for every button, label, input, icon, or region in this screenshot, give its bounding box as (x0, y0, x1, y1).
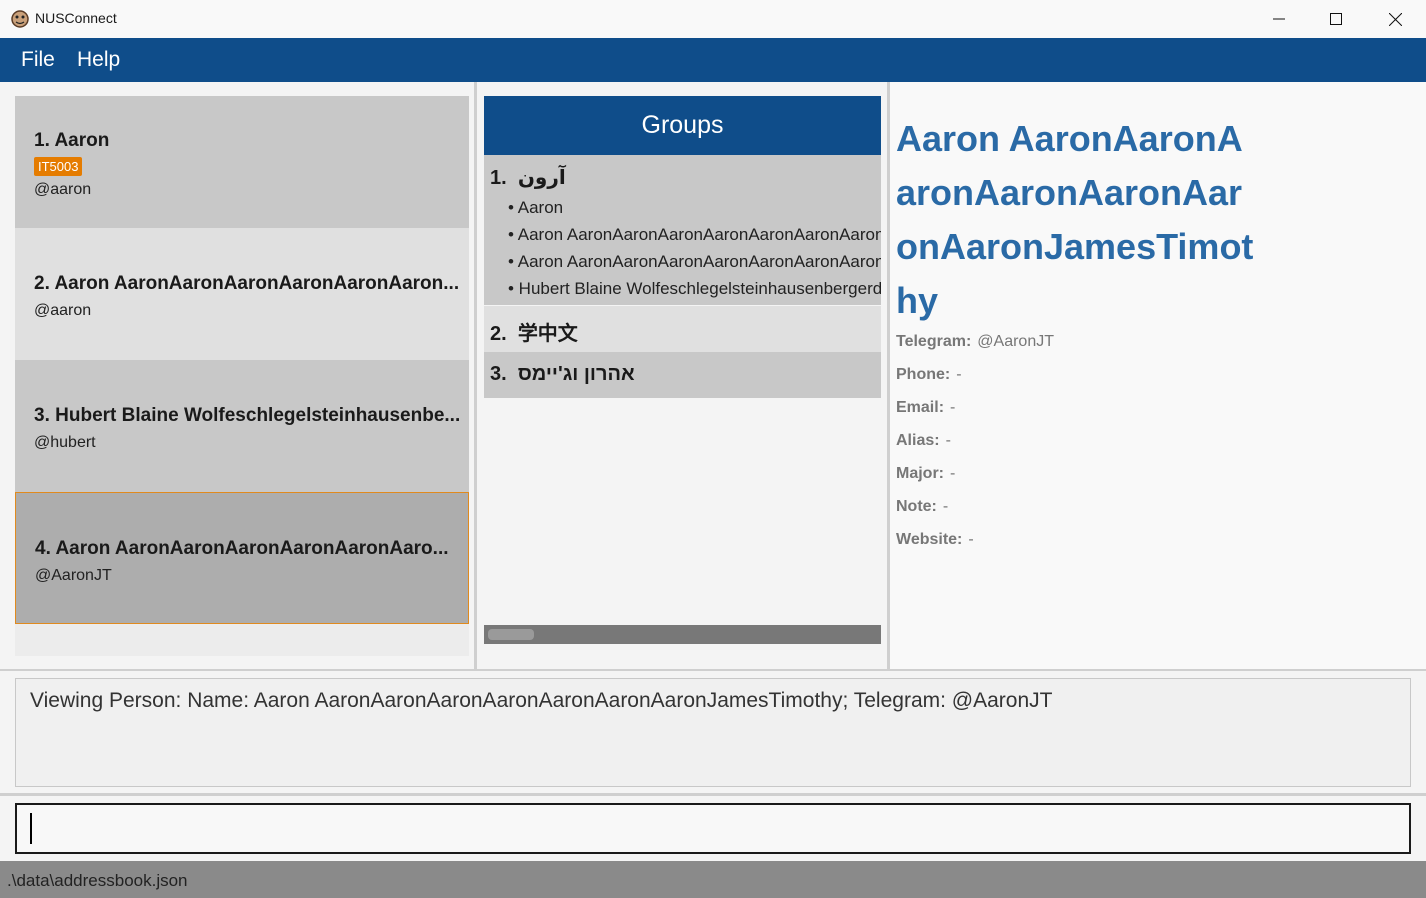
field-website: Website: - (896, 531, 974, 548)
group-member: • Aaron AaronAaronAaronAaronAaronAaronAa… (508, 225, 881, 244)
person-name: 3. Hubert Blaine Wolfeschlegelsteinhause… (34, 405, 461, 426)
maximize-icon (1330, 13, 1342, 25)
group-member: • Aaron (508, 198, 564, 217)
menu-help[interactable]: Help (77, 38, 120, 82)
group-item[interactable]: 3. אהרון וג'יימס (484, 352, 881, 398)
close-button[interactable] (1366, 0, 1424, 38)
field-email: Email: - (896, 399, 956, 416)
group-member: • Aaron AaronAaronAaronAaronAaronAaronAa… (508, 252, 881, 271)
title-bar: NUSConnect (0, 0, 1426, 39)
person-list-panel: 1. Aaron IT5003 @aaron 2. Aaron AaronAar… (2, 82, 477, 669)
result-display: Viewing Person: Name: Aaron AaronAaronAa… (15, 678, 1411, 787)
person-name: 2. Aaron AaronAaronAaronAaronAaronAaron.… (34, 273, 460, 294)
person-handle: @aaron (34, 302, 92, 319)
command-input[interactable] (15, 803, 1411, 854)
maximize-button[interactable] (1307, 0, 1365, 38)
scrollbar-thumb[interactable] (488, 629, 534, 640)
app-icon (11, 10, 29, 28)
person-detail-panel: Aaron AaronAaronAaronAaronAaronAaronAaro… (890, 82, 1426, 669)
menu-bar: File Help (0, 38, 1426, 82)
groups-panel: Groups 1. آرون • Aaron • Aaron AaronAaro… (477, 82, 890, 669)
person-name: 4. Aaron AaronAaronAaronAaronAaronAaro..… (35, 538, 449, 559)
person-card[interactable]: 2. Aaron AaronAaronAaronAaronAaronAaron.… (15, 228, 469, 360)
person-handle: @AaronJT (35, 567, 112, 584)
horizontal-scrollbar[interactable] (484, 625, 881, 644)
group-title: 3. אהרון וג'יימס (490, 363, 635, 385)
group-member: • Hubert Blaine Wolfeschlegelsteinhausen… (508, 279, 881, 298)
result-text: Viewing Person: Name: Aaron AaronAaronAa… (30, 689, 1053, 712)
field-note: Note: - (896, 498, 949, 515)
group-title: 2. 学中文 (490, 323, 578, 345)
person-handle: @hubert (34, 434, 96, 451)
person-name: 1. Aaron (34, 130, 110, 151)
person-handle: @aaron (34, 181, 92, 198)
group-item[interactable]: 2. 学中文 (484, 306, 881, 352)
status-bar: .\data\addressbook.json (0, 861, 1426, 898)
menu-file[interactable]: File (21, 38, 55, 82)
group-item[interactable]: 1. آرون • Aaron • Aaron AaronAaronAaronA… (484, 155, 881, 305)
text-caret (30, 813, 32, 844)
close-icon (1388, 12, 1402, 26)
field-phone: Phone: - (896, 366, 962, 383)
groups-header: Groups (484, 96, 881, 155)
window-title: NUSConnect (35, 10, 117, 26)
minimize-button[interactable] (1250, 0, 1308, 38)
minimize-icon (1273, 18, 1285, 20)
field-telegram: Telegram: @AaronJT (896, 333, 1054, 350)
person-card-selected[interactable]: 4. Aaron AaronAaronAaronAaronAaronAaro..… (15, 492, 469, 624)
tag-badge: IT5003 (34, 157, 83, 176)
divider (0, 793, 1426, 796)
person-card[interactable]: 1. Aaron IT5003 @aaron (15, 96, 469, 228)
field-major: Major: - (896, 465, 956, 482)
detail-name: Aaron AaronAaronAaronAaronAaronAaronAaro… (896, 118, 1254, 321)
person-card[interactable]: 3. Hubert Blaine Wolfeschlegelsteinhause… (15, 360, 469, 492)
status-file-path: .\data\addressbook.json (7, 871, 188, 890)
list-filler (15, 624, 469, 656)
group-title: 1. آرون (490, 167, 566, 189)
field-alias: Alias: - (896, 432, 951, 449)
